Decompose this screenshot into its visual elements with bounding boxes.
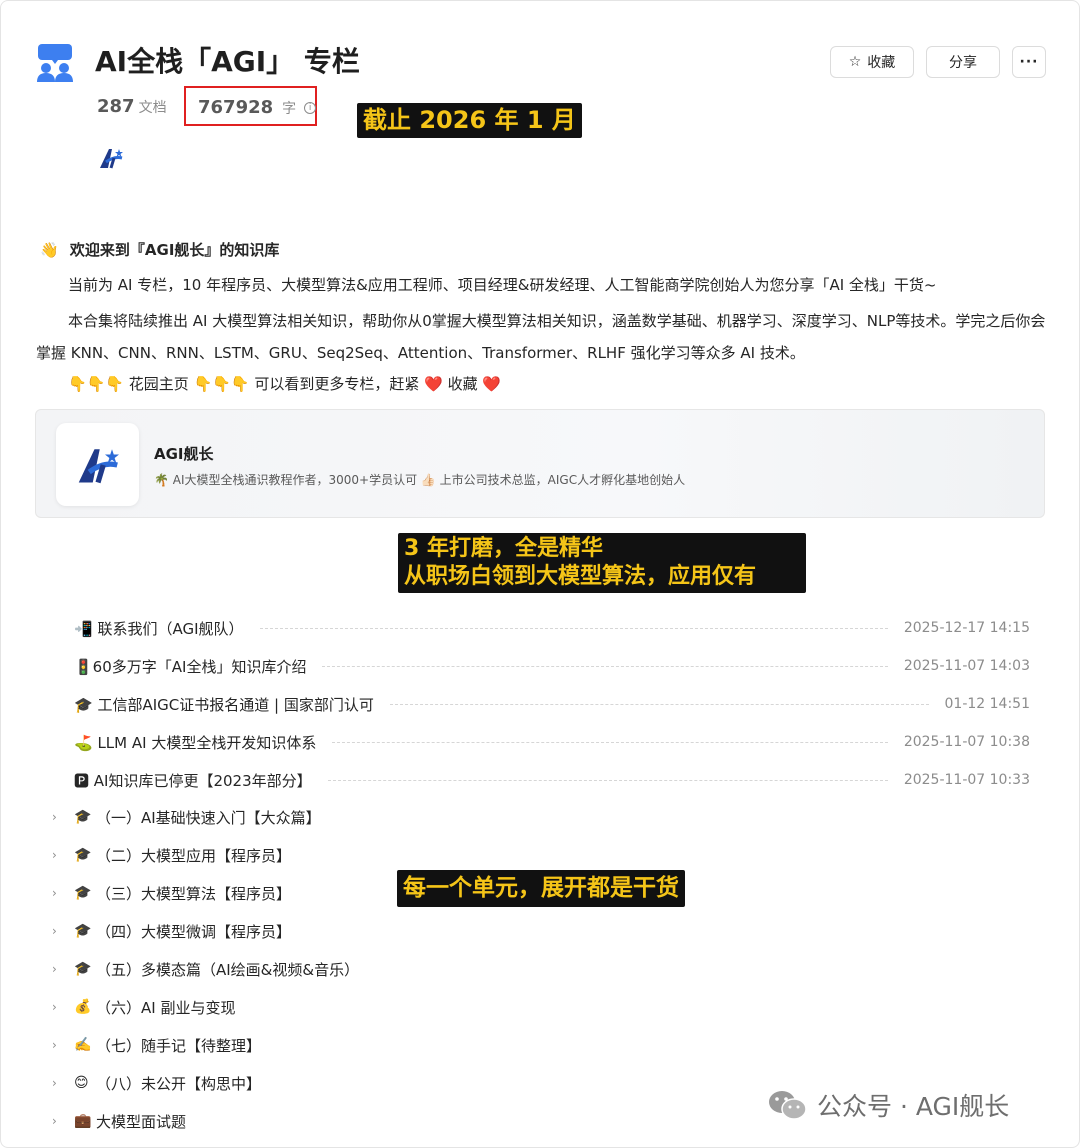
folder-emoji-icon: 🎓: [74, 961, 92, 977]
folder-emoji-icon: 😊: [74, 1075, 89, 1091]
doc-title: 📲 联系我们（AGI舰队）: [74, 619, 244, 638]
share-button[interactable]: 分享: [926, 46, 1000, 78]
intro-paragraph-3: 👇👇👇 花园主页 👇👇👇 可以看到更多专栏，赶紧 ❤️ 收藏 ❤️: [68, 375, 502, 393]
doc-row[interactable]: 🅿 AI知识库已停更【2023年部分】 2025-11-07 10:33: [74, 767, 1030, 793]
favorite-label: 收藏: [867, 55, 896, 71]
leader-dots: [389, 703, 929, 705]
doc-date: 2025-11-07 14:03: [903, 658, 1030, 674]
word-count: 767928: [198, 97, 274, 118]
doc-date: 2025-11-07 10:38: [903, 734, 1030, 750]
leader-dots: [322, 665, 888, 667]
share-label: 分享: [949, 55, 977, 71]
doc-row[interactable]: 📲 联系我们（AGI舰队） 2025-12-17 14:15: [74, 615, 1030, 641]
welcome-text: 欢迎来到『AGI舰长』的知识库: [69, 241, 280, 259]
folder-title: （三）大模型算法【程序员】: [96, 884, 292, 903]
doc-row[interactable]: 🚦60多万字「AI全栈」知识库介绍 2025-11-07 14:03: [74, 653, 1030, 679]
chevron-right-icon[interactable]: ›: [52, 848, 66, 862]
doc-title: 🎓 工信部AIGC证书报名通道 | 国家部门认可: [74, 695, 374, 714]
chevron-right-icon[interactable]: ›: [52, 1076, 66, 1090]
doc-title: 🚦60多万字「AI全栈」知识库介绍: [74, 657, 307, 676]
folder-row[interactable]: › 🎓 （二）大模型应用【程序员】: [52, 842, 291, 868]
agi-logo-icon: [100, 149, 123, 169]
watermark: 公众号 · AGI舰长: [767, 1087, 1009, 1123]
years-callout-line-1: 3 年打磨，全是精华: [404, 536, 603, 561]
doc-date: 2025-11-07 10:33: [903, 772, 1030, 788]
doc-date: 01-12 14:51: [944, 696, 1030, 712]
intro-paragraph-2: 本合集将陆续推出 AI 大模型算法相关知识，帮助你从0掌握大模型算法相关知识，涵…: [36, 312, 1046, 362]
chevron-right-icon[interactable]: ›: [52, 962, 66, 976]
word-unit: 字: [282, 100, 297, 117]
doc-count-stat: 287 文档: [97, 96, 167, 117]
years-callout: 3 年打磨，全是精华 从职场白领到大模型算法，应用仅有: [398, 533, 806, 593]
folder-row[interactable]: › 💰 （六）AI 副业与变现: [52, 994, 235, 1020]
profile-card[interactable]: AGI舰长 🌴 AI大模型全栈通识教程作者，3000+学员认可 👍🏻 上市公司技…: [35, 409, 1045, 518]
doc-date: 2025-12-17 14:15: [903, 620, 1030, 636]
intro-paragraph-1: 当前为 AI 专栏，10 年程序员、大模型算法&应用工程师、项目经理&研发经理、…: [68, 276, 937, 294]
folder-row[interactable]: › 💼 大模型面试题: [52, 1108, 186, 1134]
chevron-right-icon[interactable]: ›: [52, 924, 66, 938]
units-callout: 每一个单元，展开都是干货: [397, 870, 685, 907]
folder-title: （五）多模态篇（AI绘画&视频&音乐）: [96, 960, 360, 979]
folder-title: （四）大模型微调【程序员】: [96, 922, 292, 941]
folder-row[interactable]: › ✍️ （七）随手记【待整理】: [52, 1032, 261, 1058]
chevron-right-icon[interactable]: ›: [52, 1038, 66, 1052]
chevron-right-icon[interactable]: ›: [52, 810, 66, 824]
folder-row[interactable]: › 🎓 （五）多模态篇（AI绘画&视频&音乐）: [52, 956, 359, 982]
folder-row[interactable]: › 🎓 （四）大模型微调【程序员】: [52, 918, 291, 944]
star-icon: ☆: [848, 54, 862, 70]
folder-emoji-icon: 💰: [74, 999, 92, 1015]
folder-title: （八）未公开【构思中】: [96, 1074, 262, 1093]
chevron-right-icon[interactable]: ›: [52, 886, 66, 900]
folder-emoji-icon: 🎓: [74, 885, 92, 901]
doc-unit: 文档: [138, 100, 167, 116]
profile-name: AGI舰长: [154, 445, 214, 463]
folder-emoji-icon: 💼: [74, 1113, 92, 1129]
folder-emoji-icon: ✍️: [74, 1037, 92, 1053]
page-title: AI全栈「AGI」 专栏: [95, 45, 360, 78]
years-callout-line-2: 从职场白领到大模型算法，应用仅有: [404, 564, 757, 589]
doc-title: ⛳ LLM AI 大模型全栈开发知识体系: [74, 733, 317, 752]
waving-hand-icon: 👋: [40, 241, 59, 259]
leader-dots: [259, 627, 888, 629]
doc-title: 🅿 AI知识库已停更【2023年部分】: [74, 771, 312, 790]
doc-count: 287: [97, 96, 135, 117]
word-count-stat: 767928 字 i: [198, 97, 317, 118]
chevron-right-icon[interactable]: ›: [52, 1000, 66, 1014]
wechat-icon: [769, 1091, 807, 1120]
folder-row[interactable]: › 🎓 （一）AI基础快速入门【大众篇】: [52, 804, 321, 830]
profile-avatar: [56, 423, 139, 506]
folder-title: （七）随手记【待整理】: [96, 1036, 262, 1055]
folder-emoji-icon: 🎓: [74, 847, 92, 863]
leader-dots: [332, 741, 888, 743]
date-callout: 截止 2026 年 1 月: [357, 103, 582, 138]
header-actions: ☆ 收藏 分享 ···: [830, 46, 1046, 78]
folder-title: （一）AI基础快速入门【大众篇】: [96, 808, 321, 827]
folder-row[interactable]: › 😊 （八）未公开【构思中】: [52, 1070, 261, 1096]
folder-emoji-icon: 🎓: [74, 923, 92, 939]
favorite-button[interactable]: ☆ 收藏: [830, 46, 914, 78]
info-icon[interactable]: i: [304, 101, 317, 114]
leader-dots: [327, 779, 888, 781]
folder-emoji-icon: 🎓: [74, 809, 92, 825]
doc-row[interactable]: ⛳ LLM AI 大模型全栈开发知识体系 2025-11-07 10:38: [74, 729, 1030, 755]
agi-logo-icon: [78, 448, 119, 483]
book-group-icon: [37, 44, 73, 82]
doc-row[interactable]: 🎓 工信部AIGC证书报名通道 | 国家部门认可 01-12 14:51: [74, 691, 1030, 717]
watermark-text: 公众号 · AGI舰长: [817, 1092, 1010, 1121]
folder-row[interactable]: › 🎓 （三）大模型算法【程序员】: [52, 880, 291, 906]
more-button[interactable]: ···: [1012, 46, 1046, 78]
more-icon: ···: [1019, 54, 1039, 70]
folder-title: 大模型面试题: [96, 1112, 187, 1131]
chevron-right-icon[interactable]: ›: [52, 1114, 66, 1128]
folder-title: （二）大模型应用【程序员】: [96, 846, 292, 865]
profile-description: 🌴 AI大模型全栈通识教程作者，3000+学员认可 👍🏻 上市公司技术总监，AI…: [154, 473, 686, 487]
folder-title: （六）AI 副业与变现: [96, 998, 236, 1017]
welcome-heading: 👋 欢迎来到『AGI舰长』的知识库: [40, 239, 279, 260]
